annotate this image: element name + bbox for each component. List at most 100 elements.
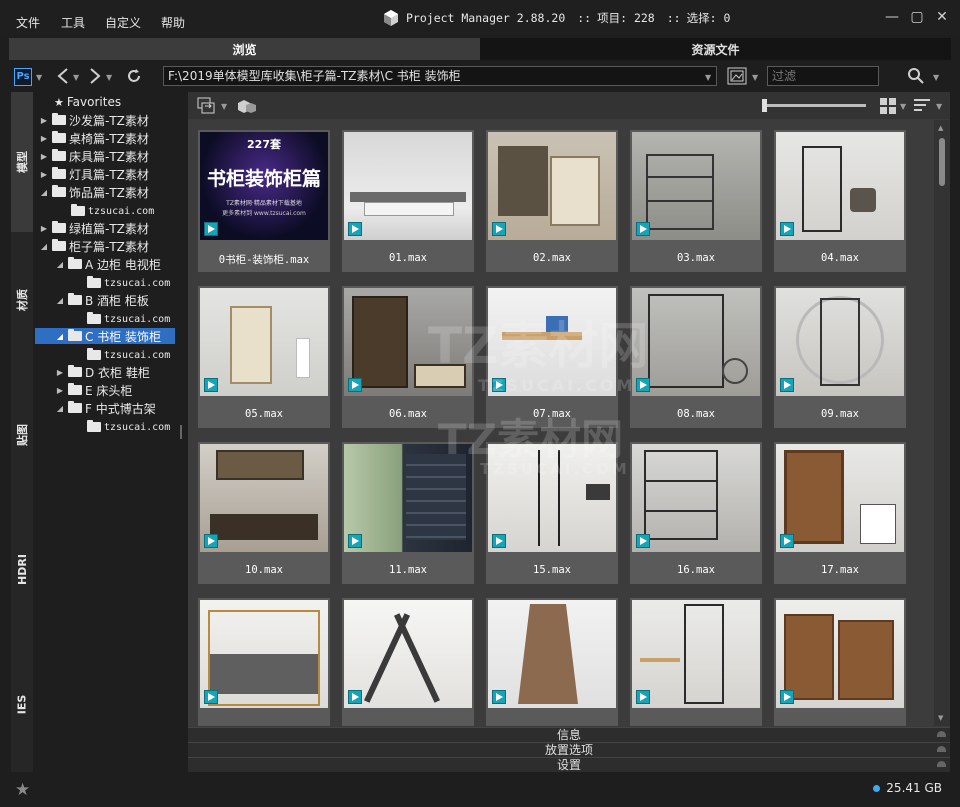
tree-node[interactable]: ▶ E 床头柜 (55, 382, 132, 398)
file-thumbnail[interactable] (342, 598, 474, 726)
file-thumbnail[interactable]: 16.max (630, 442, 762, 584)
expand-arrow-icon[interactable]: ▶ (55, 368, 65, 377)
file-thumbnail[interactable]: 11.max (342, 442, 474, 584)
view-image-icon[interactable] (727, 67, 747, 85)
tree-node[interactable]: ▶ 桌椅篇-TZ素材 (39, 130, 149, 146)
expand-arrow-icon[interactable]: ▶ (39, 224, 49, 233)
tree-node[interactable]: tzsucai.com (71, 203, 154, 219)
tree-node[interactable]: ▶ D 衣柜 鞋柜 (55, 364, 150, 380)
scroll-down-icon[interactable]: ▼ (938, 714, 943, 722)
file-thumbnail[interactable]: 08.max (630, 286, 762, 428)
file-thumbnail[interactable]: 06.max (342, 286, 474, 428)
menu-file[interactable]: 文件 (16, 14, 40, 31)
scroll-up-icon[interactable]: ▲ (938, 124, 943, 132)
collapse-icon[interactable] (937, 731, 946, 737)
chevron-down-icon[interactable]: ▼ (73, 73, 79, 82)
expand-arrow-icon[interactable]: ▶ (39, 116, 49, 125)
tree-node[interactable]: ▶ 床具篇-TZ素材 (39, 148, 149, 164)
expand-arrow-icon[interactable]: ▶ (55, 386, 65, 395)
expand-arrow-icon[interactable]: ▶ (39, 152, 49, 161)
collapse-arrow-icon[interactable]: ◢ (55, 404, 65, 413)
collapse-arrow-icon[interactable]: ◢ (55, 332, 65, 341)
side-tab-materials[interactable]: 材质 (11, 232, 33, 367)
settings-section-header[interactable]: 设置 (188, 757, 950, 772)
back-arrow-icon[interactable] (55, 67, 71, 85)
file-thumbnail[interactable]: 09.max (774, 286, 906, 428)
file-thumbnail[interactable]: 01.max (342, 130, 474, 272)
file-thumbnail[interactable] (198, 598, 330, 726)
expand-arrow-icon[interactable]: ▶ (39, 134, 49, 143)
path-input[interactable]: F:\2019单体模型库收集\柜子篇-TZ素材\C 书柜 装饰柜 (163, 66, 717, 86)
filter-input[interactable]: 过滤 (767, 66, 879, 86)
file-thumbnail[interactable]: 04.max (774, 130, 906, 272)
tree-node[interactable]: ▶ 灯具篇-TZ素材 (39, 166, 149, 182)
collapse-arrow-icon[interactable]: ◢ (39, 188, 49, 197)
tree-node[interactable]: tzsucai.com (87, 419, 170, 435)
tree-node[interactable]: ▶ 绿植篇-TZ素材 (39, 220, 149, 236)
side-tab-ies[interactable]: IES (11, 637, 33, 772)
file-thumbnail[interactable] (630, 598, 762, 726)
grid-view-icon[interactable] (880, 98, 896, 114)
tree-node[interactable]: ◢ 柜子篇-TZ素材 (39, 238, 149, 254)
tree-node[interactable]: ▶ 沙发篇-TZ素材 (39, 112, 149, 128)
file-thumbnail[interactable]: 227套 书柜装饰柜篇 TZ素材网·精品素材下载基地 更多素材到 www.tzs… (198, 130, 330, 272)
maximize-icon[interactable]: ▢ (907, 8, 927, 26)
file-thumbnail[interactable]: 15.max (486, 442, 618, 584)
side-tab-models[interactable]: 模型 (11, 92, 33, 232)
sync-icon[interactable] (196, 96, 216, 116)
close-icon[interactable]: ✕ (932, 8, 952, 26)
tree-node-favorites[interactable]: ★ Favorites (54, 94, 121, 110)
expand-arrow-icon[interactable]: ▶ (39, 170, 49, 179)
tree-node[interactable]: tzsucai.com (87, 347, 170, 363)
packages-icon[interactable] (236, 96, 258, 116)
panel-splitter[interactable] (176, 92, 186, 772)
tree-node[interactable]: tzsucai.com (87, 311, 170, 327)
tree-node[interactable]: tzsucai.com (87, 275, 170, 291)
chevron-down-icon[interactable]: ▼ (106, 73, 112, 82)
refresh-icon[interactable] (125, 67, 143, 85)
tree-node[interactable]: ◢ 饰品篇-TZ素材 (39, 184, 149, 200)
file-thumbnail[interactable]: 07.max (486, 286, 618, 428)
tree-node[interactable]: ◢ F 中式博古架 (55, 400, 156, 416)
chevron-down-icon[interactable]: ▼ (36, 73, 42, 82)
file-thumbnail[interactable] (486, 598, 618, 726)
file-thumbnail[interactable]: 05.max (198, 286, 330, 428)
collapse-arrow-icon[interactable]: ◢ (55, 296, 65, 305)
placement-options-header[interactable]: 放置选项 (188, 742, 950, 757)
scroll-thumb[interactable] (939, 138, 945, 186)
tree-node-selected[interactable]: ◢ C 书柜 装饰柜 (35, 328, 175, 344)
thumbnail-size-slider[interactable] (766, 104, 866, 107)
chevron-down-icon[interactable]: ▼ (752, 73, 758, 82)
vertical-scrollbar[interactable]: ▲ ▼ (934, 120, 950, 726)
sort-icon[interactable] (914, 98, 932, 114)
info-section-header[interactable]: 信息 (188, 727, 950, 742)
side-tab-textures[interactable]: 贴图 (11, 367, 33, 502)
minimize-icon[interactable]: — (882, 8, 902, 26)
menu-custom[interactable]: 自定义 (105, 14, 141, 31)
file-thumbnail[interactable] (774, 598, 906, 726)
menu-tools[interactable]: 工具 (61, 14, 85, 31)
file-thumbnail[interactable]: 02.max (486, 130, 618, 272)
chevron-down-icon[interactable]: ▼ (221, 102, 227, 111)
chevron-down-icon[interactable]: ▼ (933, 73, 939, 82)
search-icon[interactable] (907, 67, 925, 85)
tree-node[interactable]: ◢ B 酒柜 柜板 (55, 292, 149, 308)
chevron-down-icon[interactable]: ▼ (705, 73, 711, 82)
collapse-icon[interactable] (937, 746, 946, 752)
chevron-down-icon[interactable]: ▼ (900, 102, 906, 111)
tab-resources[interactable]: 资源文件 (480, 38, 951, 60)
forward-arrow-icon[interactable] (87, 67, 103, 85)
file-thumbnail[interactable]: 10.max (198, 442, 330, 584)
chevron-down-icon[interactable]: ▼ (936, 102, 942, 111)
file-thumbnail[interactable]: 03.max (630, 130, 762, 272)
side-tab-hdri[interactable]: HDRI (11, 502, 33, 637)
file-thumbnail[interactable]: 17.max (774, 442, 906, 584)
star-icon[interactable]: ★ (15, 780, 30, 800)
tree-node[interactable]: ◢ A 边柜 电视柜 (55, 256, 161, 272)
collapse-arrow-icon[interactable]: ◢ (39, 242, 49, 251)
menu-help[interactable]: 帮助 (161, 14, 185, 31)
collapse-icon[interactable] (937, 761, 946, 767)
tab-browse[interactable]: 浏览 (9, 38, 480, 60)
slider-thumb[interactable] (762, 99, 767, 112)
collapse-arrow-icon[interactable]: ◢ (55, 260, 65, 269)
